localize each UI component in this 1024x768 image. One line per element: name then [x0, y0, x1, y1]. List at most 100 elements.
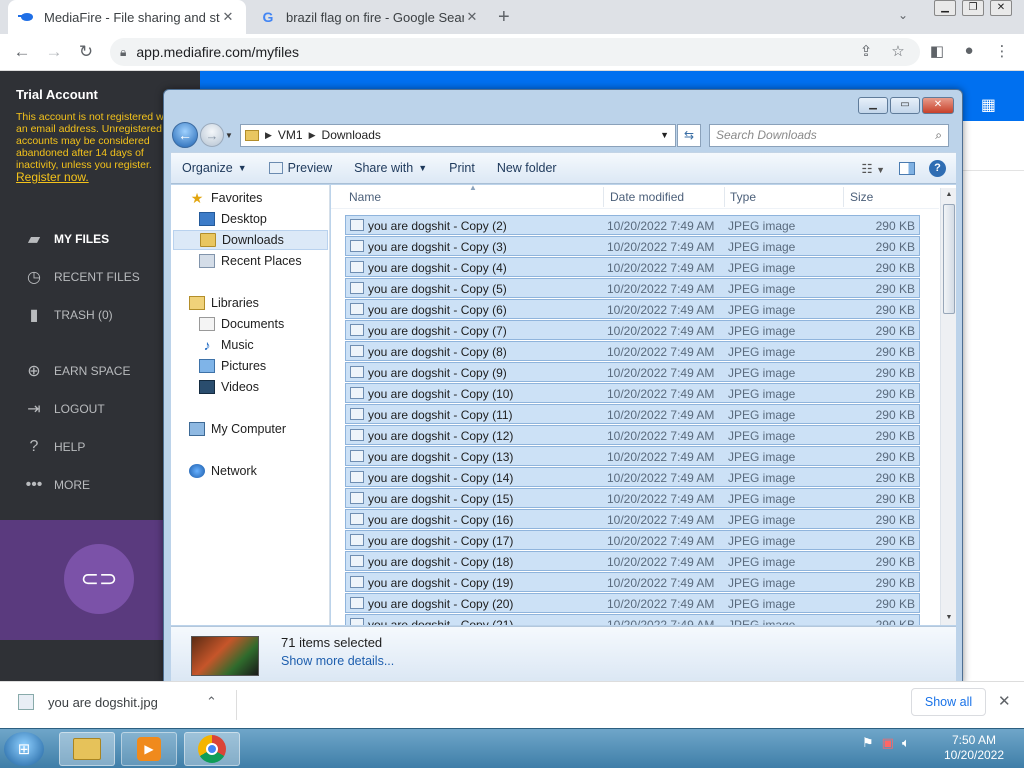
column-divider[interactable] [603, 187, 604, 207]
scroll-down-arrow-icon[interactable]: ▼ [941, 611, 957, 625]
volume-icon[interactable]: 🔈︎ [902, 735, 910, 751]
taskbar-media-player[interactable]: ▶ [121, 732, 177, 766]
breadcrumb[interactable]: ▶ VM1 ▶ Downloads ▼ [240, 123, 676, 147]
scroll-up-arrow-icon[interactable]: ▲ [941, 188, 957, 202]
back-button[interactable]: ← [172, 122, 198, 148]
table-row[interactable]: you are dogshit - Copy (14) 10/20/2022 7:… [345, 467, 920, 487]
nav-trash[interactable]: ▮ TRASH (0) [24, 305, 113, 325]
show-all-button[interactable]: Show all [911, 688, 986, 716]
explorer-minimize-button[interactable]: ▁ [858, 97, 888, 114]
column-size[interactable]: Size [850, 190, 873, 204]
recent-pages-chevron-icon[interactable]: ▼ [225, 131, 233, 140]
tab-mediafire[interactable]: MediaFire - File sharing and stor ✕ [8, 0, 246, 34]
nav-recent-files[interactable]: ◷ RECENT FILES [24, 267, 140, 287]
nav-my-computer[interactable]: My Computer [189, 419, 330, 439]
nav-videos[interactable]: Videos [199, 377, 330, 397]
nav-my-files[interactable]: ▰ MY FILES [24, 229, 109, 249]
column-date-modified[interactable]: Date modified [610, 190, 684, 204]
nav-desktop[interactable]: Desktop [199, 209, 330, 229]
tab-close-icon[interactable]: ✕ [464, 9, 480, 25]
refresh-button[interactable]: ⇆ [677, 123, 701, 147]
profile-avatar-icon[interactable]: ● [959, 42, 979, 59]
nav-network[interactable]: Network [189, 461, 330, 481]
register-now-link[interactable]: Register now. [16, 170, 89, 184]
column-type[interactable]: Type [730, 190, 756, 204]
explorer-window[interactable]: ▁ ▭ ✕ ← → ▼ ▶ VM1 ▶ Downloads ▼ ⇆ Search… [163, 89, 963, 687]
file-list[interactable]: ▲ Name Date modified Type Size you are d… [331, 185, 956, 625]
nav-earn-space[interactable]: ⊕ EARN SPACE [24, 361, 130, 381]
network-status-icon[interactable]: ▣ [882, 735, 894, 751]
organize-button[interactable]: Organize ▼ [171, 161, 258, 175]
table-row[interactable]: you are dogshit - Copy (3) 10/20/2022 7:4… [345, 236, 920, 256]
table-row[interactable]: you are dogshit - Copy (11) 10/20/2022 7:… [345, 404, 920, 424]
side-panel-icon[interactable]: ◧ [927, 42, 947, 60]
share-icon[interactable]: ⇪ [856, 42, 876, 60]
table-row[interactable]: you are dogshit - Copy (21) 10/20/2022 7:… [345, 614, 920, 625]
preview-pane-icon[interactable] [899, 161, 915, 175]
tab-close-icon[interactable]: ✕ [220, 9, 236, 25]
address-bar[interactable]: 🔒︎ app.mediafire.com/myfiles [110, 38, 920, 66]
download-options-chevron-icon[interactable]: ⌃ [206, 694, 217, 710]
search-input[interactable]: Search Downloads ⌕ [709, 123, 949, 147]
forward-button[interactable]: → [200, 123, 224, 147]
explorer-close-button[interactable]: ✕ [922, 97, 954, 114]
table-row[interactable]: you are dogshit - Copy (20) 10/20/2022 7:… [345, 593, 920, 613]
menu-kebab-icon[interactable]: ⋮ [992, 42, 1012, 60]
app-grid-icon[interactable]: ▦ [981, 95, 996, 115]
nav-help[interactable]: ? HELP [24, 437, 86, 457]
minimize-button[interactable]: ▁ [934, 0, 956, 16]
table-row[interactable]: you are dogshit - Copy (4) 10/20/2022 7:4… [345, 257, 920, 277]
taskbar-chrome[interactable] [184, 732, 240, 766]
table-row[interactable]: you are dogshit - Copy (17) 10/20/2022 7:… [345, 530, 920, 550]
help-icon[interactable]: ? [929, 159, 946, 177]
breadcrumb-vm1[interactable]: VM1 [278, 128, 303, 142]
bookmark-star-icon[interactable]: ☆ [888, 42, 908, 60]
table-row[interactable]: you are dogshit - Copy (18) 10/20/2022 7:… [345, 551, 920, 571]
column-name[interactable]: Name [349, 190, 381, 204]
nav-pictures[interactable]: Pictures [199, 356, 330, 376]
table-row[interactable]: you are dogshit - Copy (7) 10/20/2022 7:4… [345, 320, 920, 340]
table-row[interactable]: you are dogshit - Copy (2) 10/20/2022 7:4… [345, 215, 920, 235]
tab-search-chevron-icon[interactable]: ⌄ [898, 8, 908, 22]
nav-libraries[interactable]: Libraries [189, 293, 330, 313]
tab-google-search[interactable]: G brazil flag on fire - Google Searc ✕ [250, 0, 490, 34]
table-row[interactable]: you are dogshit - Copy (13) 10/20/2022 7:… [345, 446, 920, 466]
table-row[interactable]: you are dogshit - Copy (9) 10/20/2022 7:4… [345, 362, 920, 382]
share-with-button[interactable]: Share with ▼ [343, 161, 438, 175]
nav-music[interactable]: ♪ Music [199, 335, 330, 355]
nav-logout[interactable]: ⇥ LOGOUT [24, 399, 104, 419]
table-row[interactable]: you are dogshit - Copy (16) 10/20/2022 7:… [345, 509, 920, 529]
table-row[interactable]: you are dogshit - Copy (12) 10/20/2022 7:… [345, 425, 920, 445]
back-arrow-icon[interactable]: ← [12, 42, 32, 62]
table-row[interactable]: you are dogshit - Copy (10) 10/20/2022 7:… [345, 383, 920, 403]
nav-more[interactable]: ••• MORE [24, 475, 90, 495]
system-clock[interactable]: 7:50 AM 10/20/2022 [934, 733, 1014, 763]
nav-downloads[interactable]: Downloads [173, 230, 328, 250]
column-divider[interactable] [843, 187, 844, 207]
scroll-thumb[interactable] [943, 204, 955, 314]
preview-button[interactable]: Preview [258, 161, 343, 175]
explorer-maximize-button[interactable]: ▭ [890, 97, 920, 114]
print-button[interactable]: Print [438, 161, 486, 175]
table-row[interactable]: you are dogshit - Copy (6) 10/20/2022 7:4… [345, 299, 920, 319]
action-center-icon[interactable]: ⚑ [862, 735, 874, 751]
download-item[interactable]: you are dogshit.jpg [18, 694, 158, 710]
table-row[interactable]: you are dogshit - Copy (19) 10/20/2022 7:… [345, 572, 920, 592]
new-tab-button[interactable]: + [498, 6, 510, 29]
vertical-scrollbar[interactable]: ▲ ▼ [940, 188, 956, 625]
chevron-right-icon[interactable]: ▶ [265, 130, 272, 141]
nav-favorites[interactable]: ★ Favorites [189, 188, 330, 208]
reload-icon[interactable]: ↻ [76, 42, 96, 62]
chevron-right-icon[interactable]: ▶ [309, 130, 316, 141]
close-download-shelf-icon[interactable]: ✕ [998, 692, 1011, 710]
restore-button[interactable]: ❐ [962, 0, 984, 16]
table-row[interactable]: you are dogshit - Copy (15) 10/20/2022 7:… [345, 488, 920, 508]
close-window-button[interactable]: ✕ [990, 0, 1012, 16]
taskbar-explorer[interactable] [59, 732, 115, 766]
view-options-icon[interactable]: ☷ ▼ [861, 161, 885, 176]
table-row[interactable]: you are dogshit - Copy (8) 10/20/2022 7:4… [345, 341, 920, 361]
table-row[interactable]: you are dogshit - Copy (5) 10/20/2022 7:4… [345, 278, 920, 298]
forward-arrow-icon[interactable]: → [44, 42, 64, 62]
start-button[interactable]: ⊞ [4, 732, 44, 766]
nav-documents[interactable]: Documents [199, 314, 330, 334]
